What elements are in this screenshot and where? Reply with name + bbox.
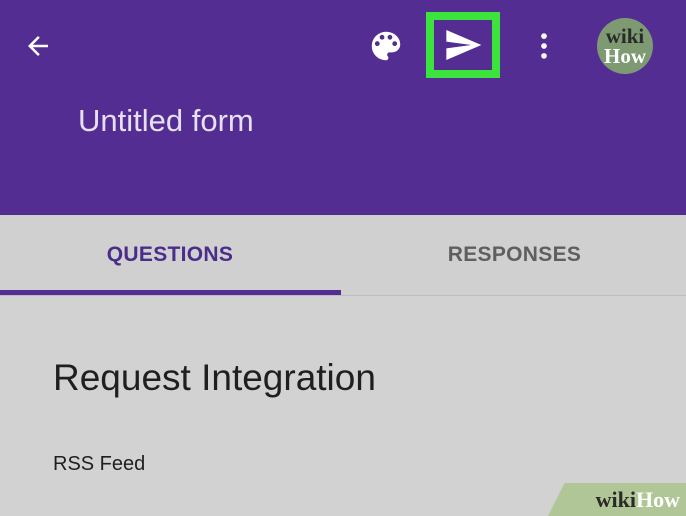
wikihow-watermark: wiki How [548,483,686,516]
avatar-text-wiki: wiki [605,24,645,48]
tab-bar: QUESTIONS RESPONSES [0,215,686,296]
arrow-left-icon [28,36,48,56]
form-description[interactable]: RSS Feed [53,453,145,476]
watermark-text-wiki: wiki [595,486,636,512]
palette-icon [371,31,401,61]
form-title[interactable]: Untitled form [78,103,254,139]
active-tab-indicator [0,290,341,295]
avatar-text-how: How [604,44,646,68]
send-button[interactable] [434,20,492,70]
send-icon [446,30,482,60]
form-heading[interactable]: Request Integration [53,357,376,399]
back-button[interactable] [18,26,58,66]
watermark-text-how: How [636,486,680,512]
more-vertical-icon [541,33,547,59]
tab-questions[interactable]: QUESTIONS [0,215,340,295]
account-avatar[interactable]: wiki How [597,18,653,74]
tab-responses[interactable]: RESPONSES [343,215,686,295]
more-options-button[interactable] [526,24,562,68]
theme-button[interactable] [364,24,408,68]
